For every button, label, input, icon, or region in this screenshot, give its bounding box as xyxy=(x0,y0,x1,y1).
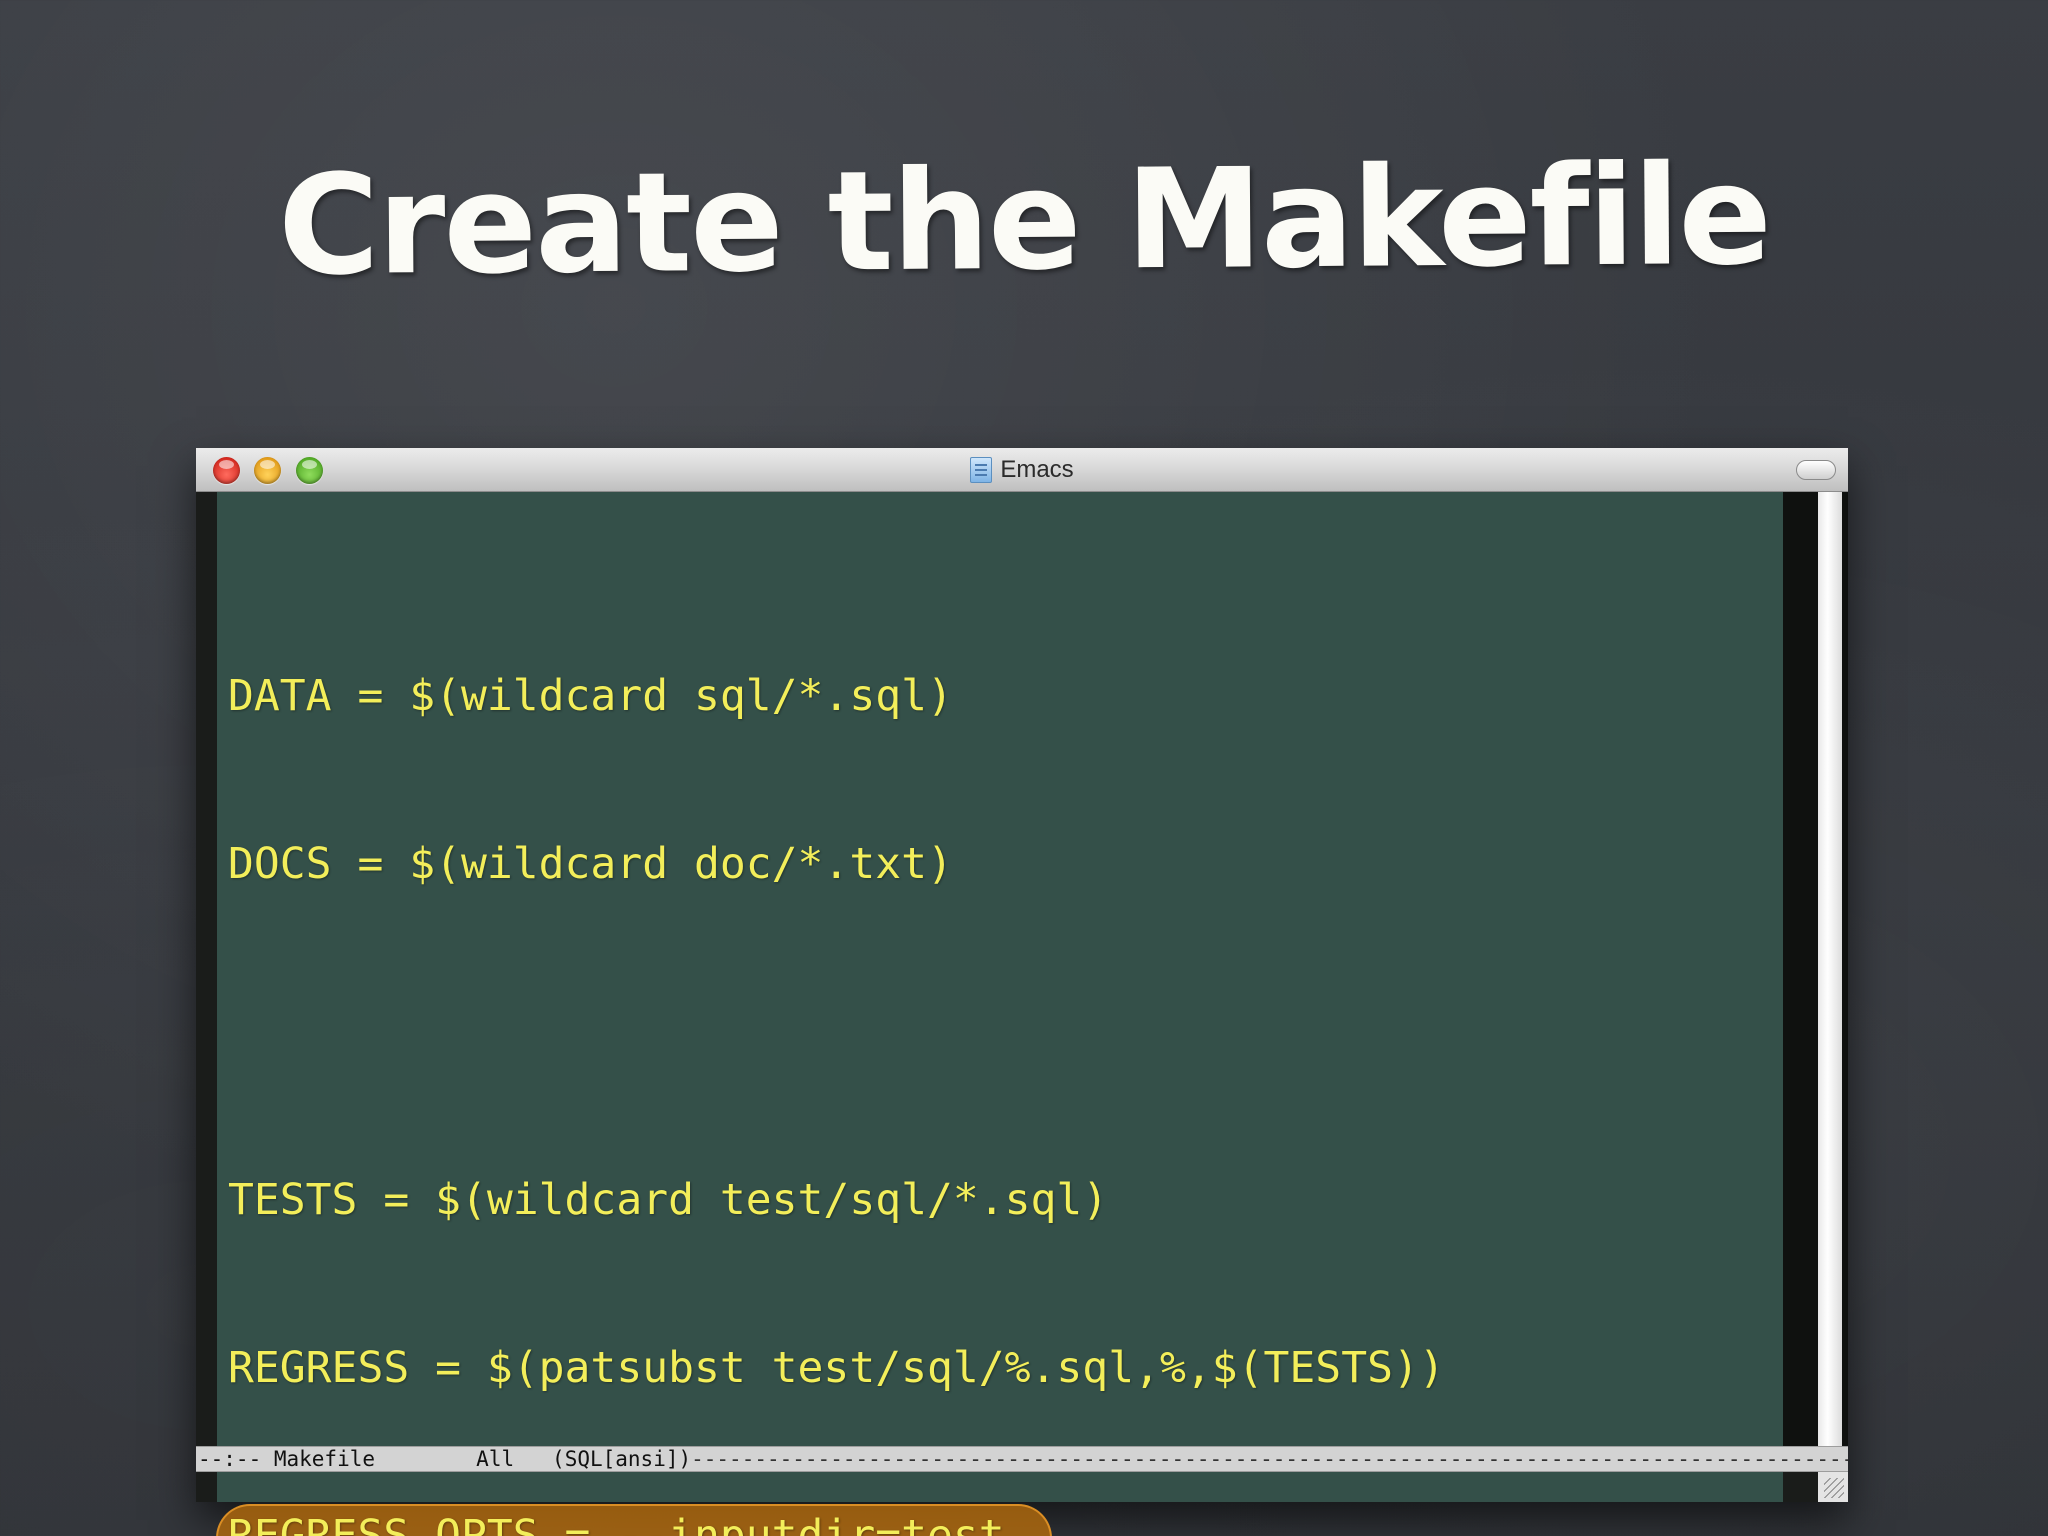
modeline-buffer-name: Makefile xyxy=(273,1447,376,1471)
document-icon xyxy=(970,457,993,483)
scrollbar-track[interactable] xyxy=(1783,492,1848,1446)
modeline-mode: (SQL[ansi]) xyxy=(552,1447,692,1471)
toolbar-toggle-button[interactable] xyxy=(1796,460,1836,480)
emacs-modeline: --:-- Makefile All (SQL[ansi])----------… xyxy=(196,1446,1848,1472)
modeline-prefix: --:-- xyxy=(198,1447,274,1471)
modeline-dashes: ----------------------------------------… xyxy=(691,1447,1848,1471)
resize-grip-icon[interactable] xyxy=(1818,1472,1848,1502)
scrollbar-thumb[interactable] xyxy=(1818,492,1842,1446)
modeline-position: All xyxy=(476,1447,515,1471)
code-line-highlighted: REGRESS_OPTS = --inputdir=test xyxy=(216,1504,1783,1536)
window-title: Emacs xyxy=(1000,456,1074,483)
window-titlebar[interactable]: Emacs xyxy=(196,448,1848,492)
slide-title: Create the Makefile xyxy=(277,134,1771,307)
editor-buffer[interactable]: DATA = $(wildcard sql/*.sql) DOCS = $(wi… xyxy=(216,492,1783,1536)
code-line: TESTS = $(wildcard test/sql/*.sql) xyxy=(228,1175,1109,1225)
emacs-window: Emacs DATA = $(wildcard sql/*.sql) DOCS … xyxy=(196,448,1848,1536)
code-line: DOCS = $(wildcard doc/*.txt) xyxy=(228,839,953,889)
code-line: DATA = $(wildcard sql/*.sql) xyxy=(228,671,953,721)
minibuffer[interactable] xyxy=(217,1472,1783,1502)
window-title-group: Emacs xyxy=(196,448,1848,492)
code-line: REGRESS = $(patsubst test/sql/%.sql,%,$(… xyxy=(228,1343,1445,1393)
